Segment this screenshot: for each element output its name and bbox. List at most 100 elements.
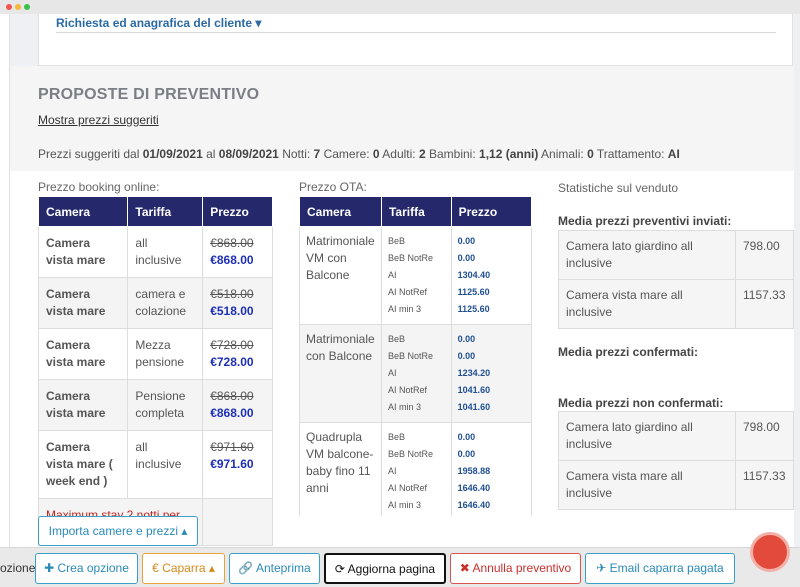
room-name: Camera vista mare all inclusive xyxy=(558,460,736,510)
import-rooms-prices-button[interactable]: Importa camere e prezzi ▴ xyxy=(38,516,198,546)
sent-quotes-heading: Media prezzi preventivi inviati: xyxy=(558,214,732,228)
room-name: Camera vista mare xyxy=(37,226,129,278)
table-row: Camera vista mare Mezza pensione €728.00… xyxy=(37,328,273,380)
rate-name: BeB NotRe xyxy=(387,351,434,361)
table-row: Camera vista mare ( week end ) all inclu… xyxy=(37,430,273,499)
rate-list: BeB BeB NotRe AI AI NotRef AI min 3 xyxy=(380,422,452,516)
old-price: €728.00 xyxy=(210,338,254,352)
rate-name: BeB NotRe xyxy=(387,253,434,263)
new-price: €518.00 xyxy=(210,304,254,318)
deposit-dropdown-button[interactable]: € Caparra ▴ xyxy=(142,553,225,584)
rate-name: BeB xyxy=(387,236,405,246)
not-confirmed-table: Camera lato giardino all inclusive 798.0… xyxy=(558,411,794,510)
close-window-dot[interactable] xyxy=(6,4,12,10)
confirmed-heading: Media prezzi confermati: xyxy=(558,345,699,359)
price-value: 0.00 xyxy=(457,432,476,442)
show-suggested-prices-link[interactable]: Mostra prezzi suggeriti xyxy=(38,113,159,127)
avg-price: 1157.33 xyxy=(735,460,794,510)
adults-count: 2 xyxy=(418,147,426,161)
create-option-button[interactable]: ✚ Crea opzione xyxy=(35,553,138,584)
price-value: 1125.60 xyxy=(457,304,490,314)
rate-name: AI xyxy=(387,466,397,476)
left-sidebar-edge xyxy=(0,14,10,554)
price-list: 0.00 0.00 1304.40 1125.60 1125.60 xyxy=(450,226,533,325)
room-name: Camera vista mare ( week end ) xyxy=(37,430,129,499)
room-name: Matrimoniale con Balcone xyxy=(299,324,382,423)
room-name: Matrimoniale VM con Balcone xyxy=(299,226,382,325)
suggested-prices-summary: Prezzi suggeriti dal 01/09/2021 al 08/09… xyxy=(38,147,680,161)
rate-name: AI NotRef xyxy=(387,483,427,493)
column-header: Camera xyxy=(37,196,129,227)
table-row: Camera vista mare camera e colazione €51… xyxy=(37,277,273,329)
chat-bubble-icon[interactable] xyxy=(750,532,790,572)
board-type: AI xyxy=(667,147,680,161)
booking-prices-table: Camera Tariffa Prezzo Camera vista mare … xyxy=(37,196,273,546)
price-value: 0.00 xyxy=(457,334,476,344)
old-price: €971.60 xyxy=(210,440,254,454)
rooms-count: 0 xyxy=(372,147,380,161)
rate-name: all inclusive xyxy=(127,430,204,499)
cancel-quote-button[interactable]: ✖ Annulla preventivo xyxy=(450,553,581,584)
room-name: Camera vista mare xyxy=(37,379,129,431)
table-row: Camera lato giardino all inclusive 798.0… xyxy=(558,230,794,280)
column-header: Prezzo xyxy=(202,196,273,227)
table-row: Camera vista mare all inclusive 1157.33 xyxy=(558,279,794,329)
ota-table-viewport: Camera Tariffa Prezzo Matrimoniale VM co… xyxy=(299,196,533,516)
not-confirmed-heading: Media prezzi non confermati: xyxy=(558,396,724,410)
preview-button[interactable]: 🔗 Anteprima xyxy=(229,553,320,584)
client-data-link[interactable]: Richiesta ed anagrafica del cliente ▾ xyxy=(56,16,261,30)
table-row: Camera vista mare Pensione completa €868… xyxy=(37,379,273,431)
avg-price: 1157.33 xyxy=(735,279,794,329)
rate-name: AI xyxy=(387,270,397,280)
price-list: 0.00 0.00 1958.88 1646.40 1646.40 xyxy=(450,422,533,516)
summary-text: al xyxy=(202,147,219,161)
email-deposit-paid-button[interactable]: ✈ Email caparra pagata xyxy=(585,553,735,584)
room-name: Camera lato giardino all inclusive xyxy=(558,411,736,461)
avg-price: 798.00 xyxy=(735,230,794,280)
avg-price: 798.00 xyxy=(735,411,794,461)
new-price: €728.00 xyxy=(210,355,254,369)
price-cell: €868.00 €868.00 xyxy=(202,379,273,431)
window-titlebar xyxy=(0,0,800,14)
table-row: Camera lato giardino all inclusive 798.0… xyxy=(558,411,794,461)
summary-text: Prezzi suggeriti dal xyxy=(38,147,143,161)
minimize-window-dot[interactable] xyxy=(15,4,21,10)
rate-name: AI min 3 xyxy=(387,500,421,510)
rate-name: BeB xyxy=(387,334,405,344)
column-header: Camera xyxy=(299,196,382,227)
old-price: €518.00 xyxy=(210,287,254,301)
table-row: Matrimoniale VM con Balcone BeB BeB NotR… xyxy=(299,226,533,325)
table-row: Matrimoniale con Balcone BeB BeB NotRe A… xyxy=(299,324,533,423)
refresh-page-button[interactable]: ⟳ Aggiorna pagina xyxy=(324,553,446,584)
rate-name: all inclusive xyxy=(127,226,204,278)
sent-quotes-table: Camera lato giardino all inclusive 798.0… xyxy=(558,230,794,329)
price-value: 1646.40 xyxy=(457,500,491,510)
empty-cell xyxy=(202,498,273,546)
old-price: €868.00 xyxy=(210,389,254,403)
price-value: 1125.60 xyxy=(457,287,490,297)
column-header: Prezzo xyxy=(450,196,533,227)
summary-text: Adulti: xyxy=(379,147,419,161)
summary-text: Camere: xyxy=(320,147,373,161)
rate-name: Mezza pensione xyxy=(127,328,204,380)
rate-name: camera e colazione xyxy=(127,277,204,329)
summary-text: Notti: xyxy=(278,147,314,161)
table-row: Camera vista mare all inclusive 1157.33 xyxy=(558,460,794,510)
price-cell: €518.00 €518.00 xyxy=(202,277,273,329)
page-title: PROPOSTE DI PREVENTIVO xyxy=(38,86,260,103)
new-price: €868.00 xyxy=(210,406,254,420)
price-value: 1958.88 xyxy=(457,466,491,476)
rate-name: AI xyxy=(387,368,397,378)
ota-label: Prezzo OTA: xyxy=(299,180,367,194)
maximize-window-dot[interactable] xyxy=(24,4,30,10)
option-label-fragment: ozione xyxy=(0,561,36,575)
rate-name: BeB NotRe xyxy=(387,449,434,459)
room-name: Camera vista mare all inclusive xyxy=(558,279,736,329)
summary-text: Animali: xyxy=(538,147,588,161)
price-value: 0.00 xyxy=(457,449,476,459)
price-cell: €971.60 €971.60 xyxy=(202,430,273,499)
room-name: Camera vista mare xyxy=(37,328,129,380)
client-card: Richiesta ed anagrafica del cliente ▾ xyxy=(38,14,793,66)
pets-count: 0 xyxy=(587,147,594,161)
price-cell: €728.00 €728.00 xyxy=(202,328,273,380)
